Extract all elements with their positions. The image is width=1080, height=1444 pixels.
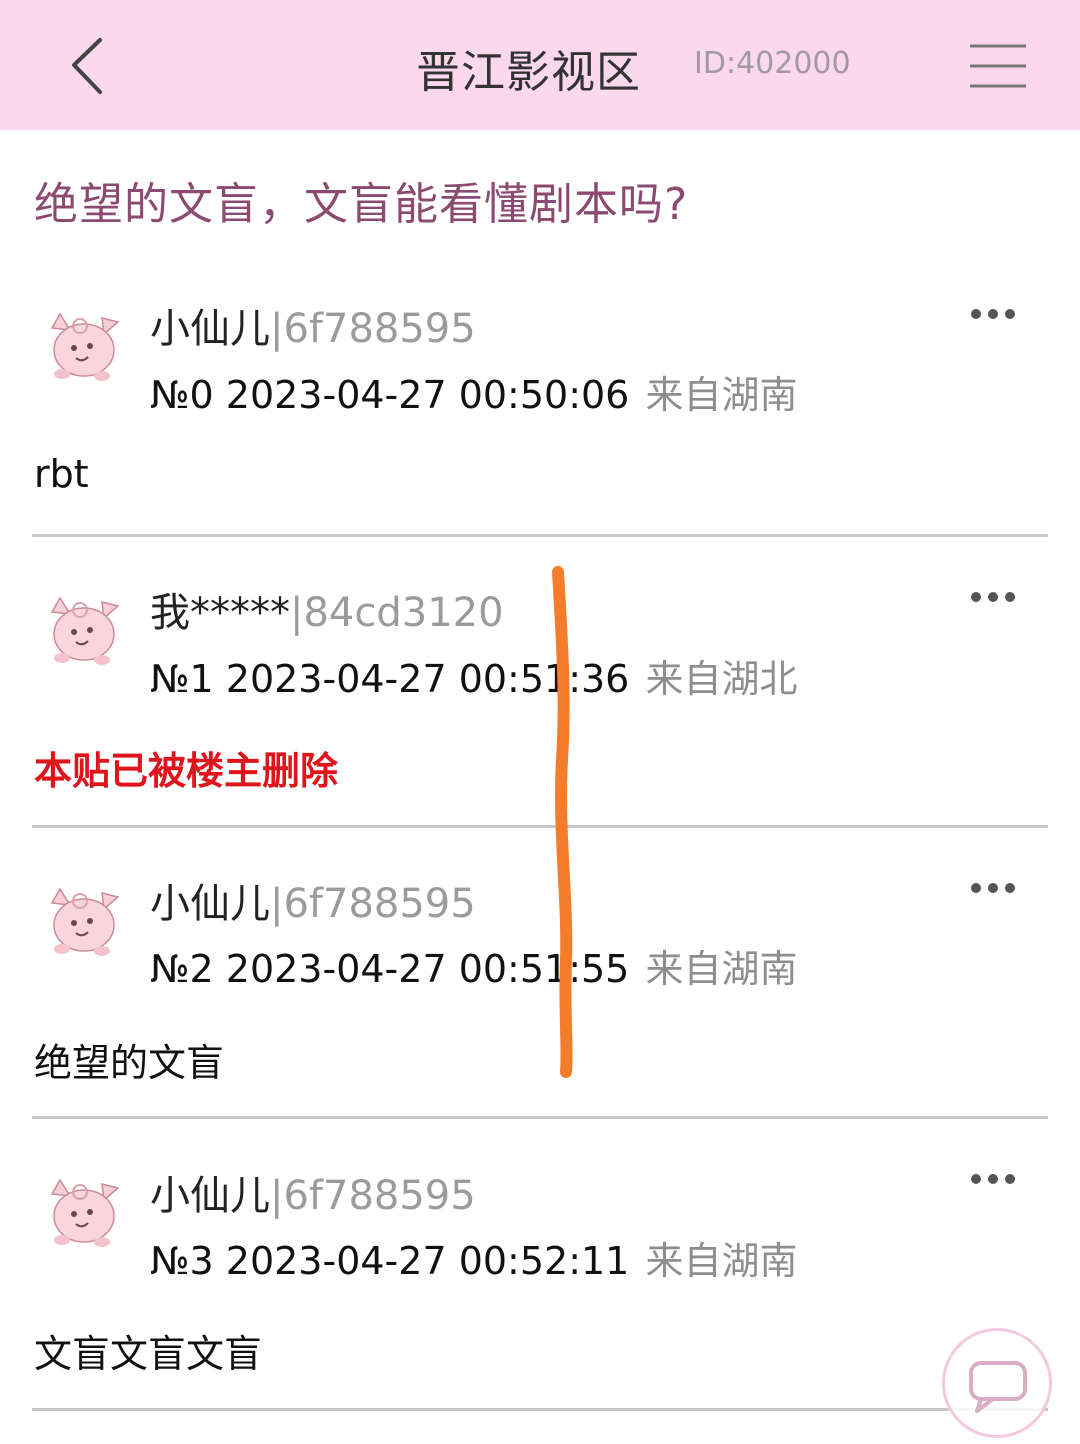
more-dots-icon [971,592,1015,602]
post-meta: №2 2023-04-27 00:51:55 来自湖南 [150,938,797,993]
avatar[interactable] [40,1166,124,1252]
more-button[interactable] [966,302,1020,326]
post-content: 文盲文盲文盲 [34,1332,263,1376]
more-button[interactable] [966,585,1020,609]
user-id: |6f788595 [270,1173,476,1219]
user-line: 我*****|84cd3120 [150,580,504,638]
user-line: 小仙儿|6f788595 [150,296,476,354]
hamburger-menu-icon [970,44,1026,88]
user-id: |84cd3120 [290,590,504,636]
post-meta: №3 2023-04-27 00:52:11 来自湖南 [150,1230,797,1285]
post-content: 绝望的文盲 [34,1041,225,1085]
floor-time: №1 2023-04-27 00:51:36 [150,657,630,701]
board-title: 晋江影视区 [416,47,641,98]
divider [32,825,1048,828]
board-id: ID:402000 [694,46,851,81]
post-content: rbt [34,452,89,496]
post-content-deleted: 本贴已被楼主删除 [34,749,339,793]
location: 来自湖南 [645,373,798,417]
user-line: 小仙儿|6f788595 [150,871,476,929]
avatar[interactable] [40,300,124,386]
more-dots-icon [971,309,1015,319]
user-id: |6f788595 [270,306,476,352]
avatar[interactable] [40,875,124,961]
username[interactable]: 我***** [150,590,290,636]
more-dots-icon [971,883,1015,893]
user-id: |6f788595 [270,881,476,927]
divider [32,1116,1048,1119]
username[interactable]: 小仙儿 [150,1173,270,1219]
more-dots-icon [971,1174,1015,1184]
pink-creature-avatar-icon [50,1178,120,1247]
pink-creature-avatar-icon [50,312,120,381]
location: 来自湖北 [645,657,798,701]
pink-creature-avatar-icon [50,596,120,665]
pink-creature-avatar-icon [50,887,120,956]
top-bar: 晋江影视区 ID:402000 [0,0,1080,130]
floor-time: №0 2023-04-27 00:50:06 [150,373,630,417]
location: 来自湖南 [645,947,798,991]
thread-title: 绝望的文盲，文盲能看懂剧本吗? [34,179,689,230]
post-meta: №0 2023-04-27 00:50:06 来自湖南 [150,364,797,419]
avatar[interactable] [40,584,124,670]
user-line: 小仙儿|6f788595 [150,1163,476,1221]
divider [32,534,1048,537]
chat-bubble-icon [969,1361,1027,1413]
username[interactable]: 小仙儿 [150,881,270,927]
chat-button[interactable] [942,1328,1052,1438]
more-button[interactable] [966,1167,1020,1191]
location: 来自湖南 [645,1239,798,1283]
post-meta: №1 2023-04-27 00:51:36 来自湖北 [150,648,797,703]
chevron-left-icon [72,38,102,94]
more-button[interactable] [966,876,1020,900]
divider [32,1408,1048,1411]
menu-button[interactable] [966,40,1030,92]
username[interactable]: 小仙儿 [150,306,270,352]
floor-time: №2 2023-04-27 00:51:55 [150,947,630,991]
floor-time: №3 2023-04-27 00:52:11 [150,1239,630,1283]
back-button[interactable] [58,30,128,100]
